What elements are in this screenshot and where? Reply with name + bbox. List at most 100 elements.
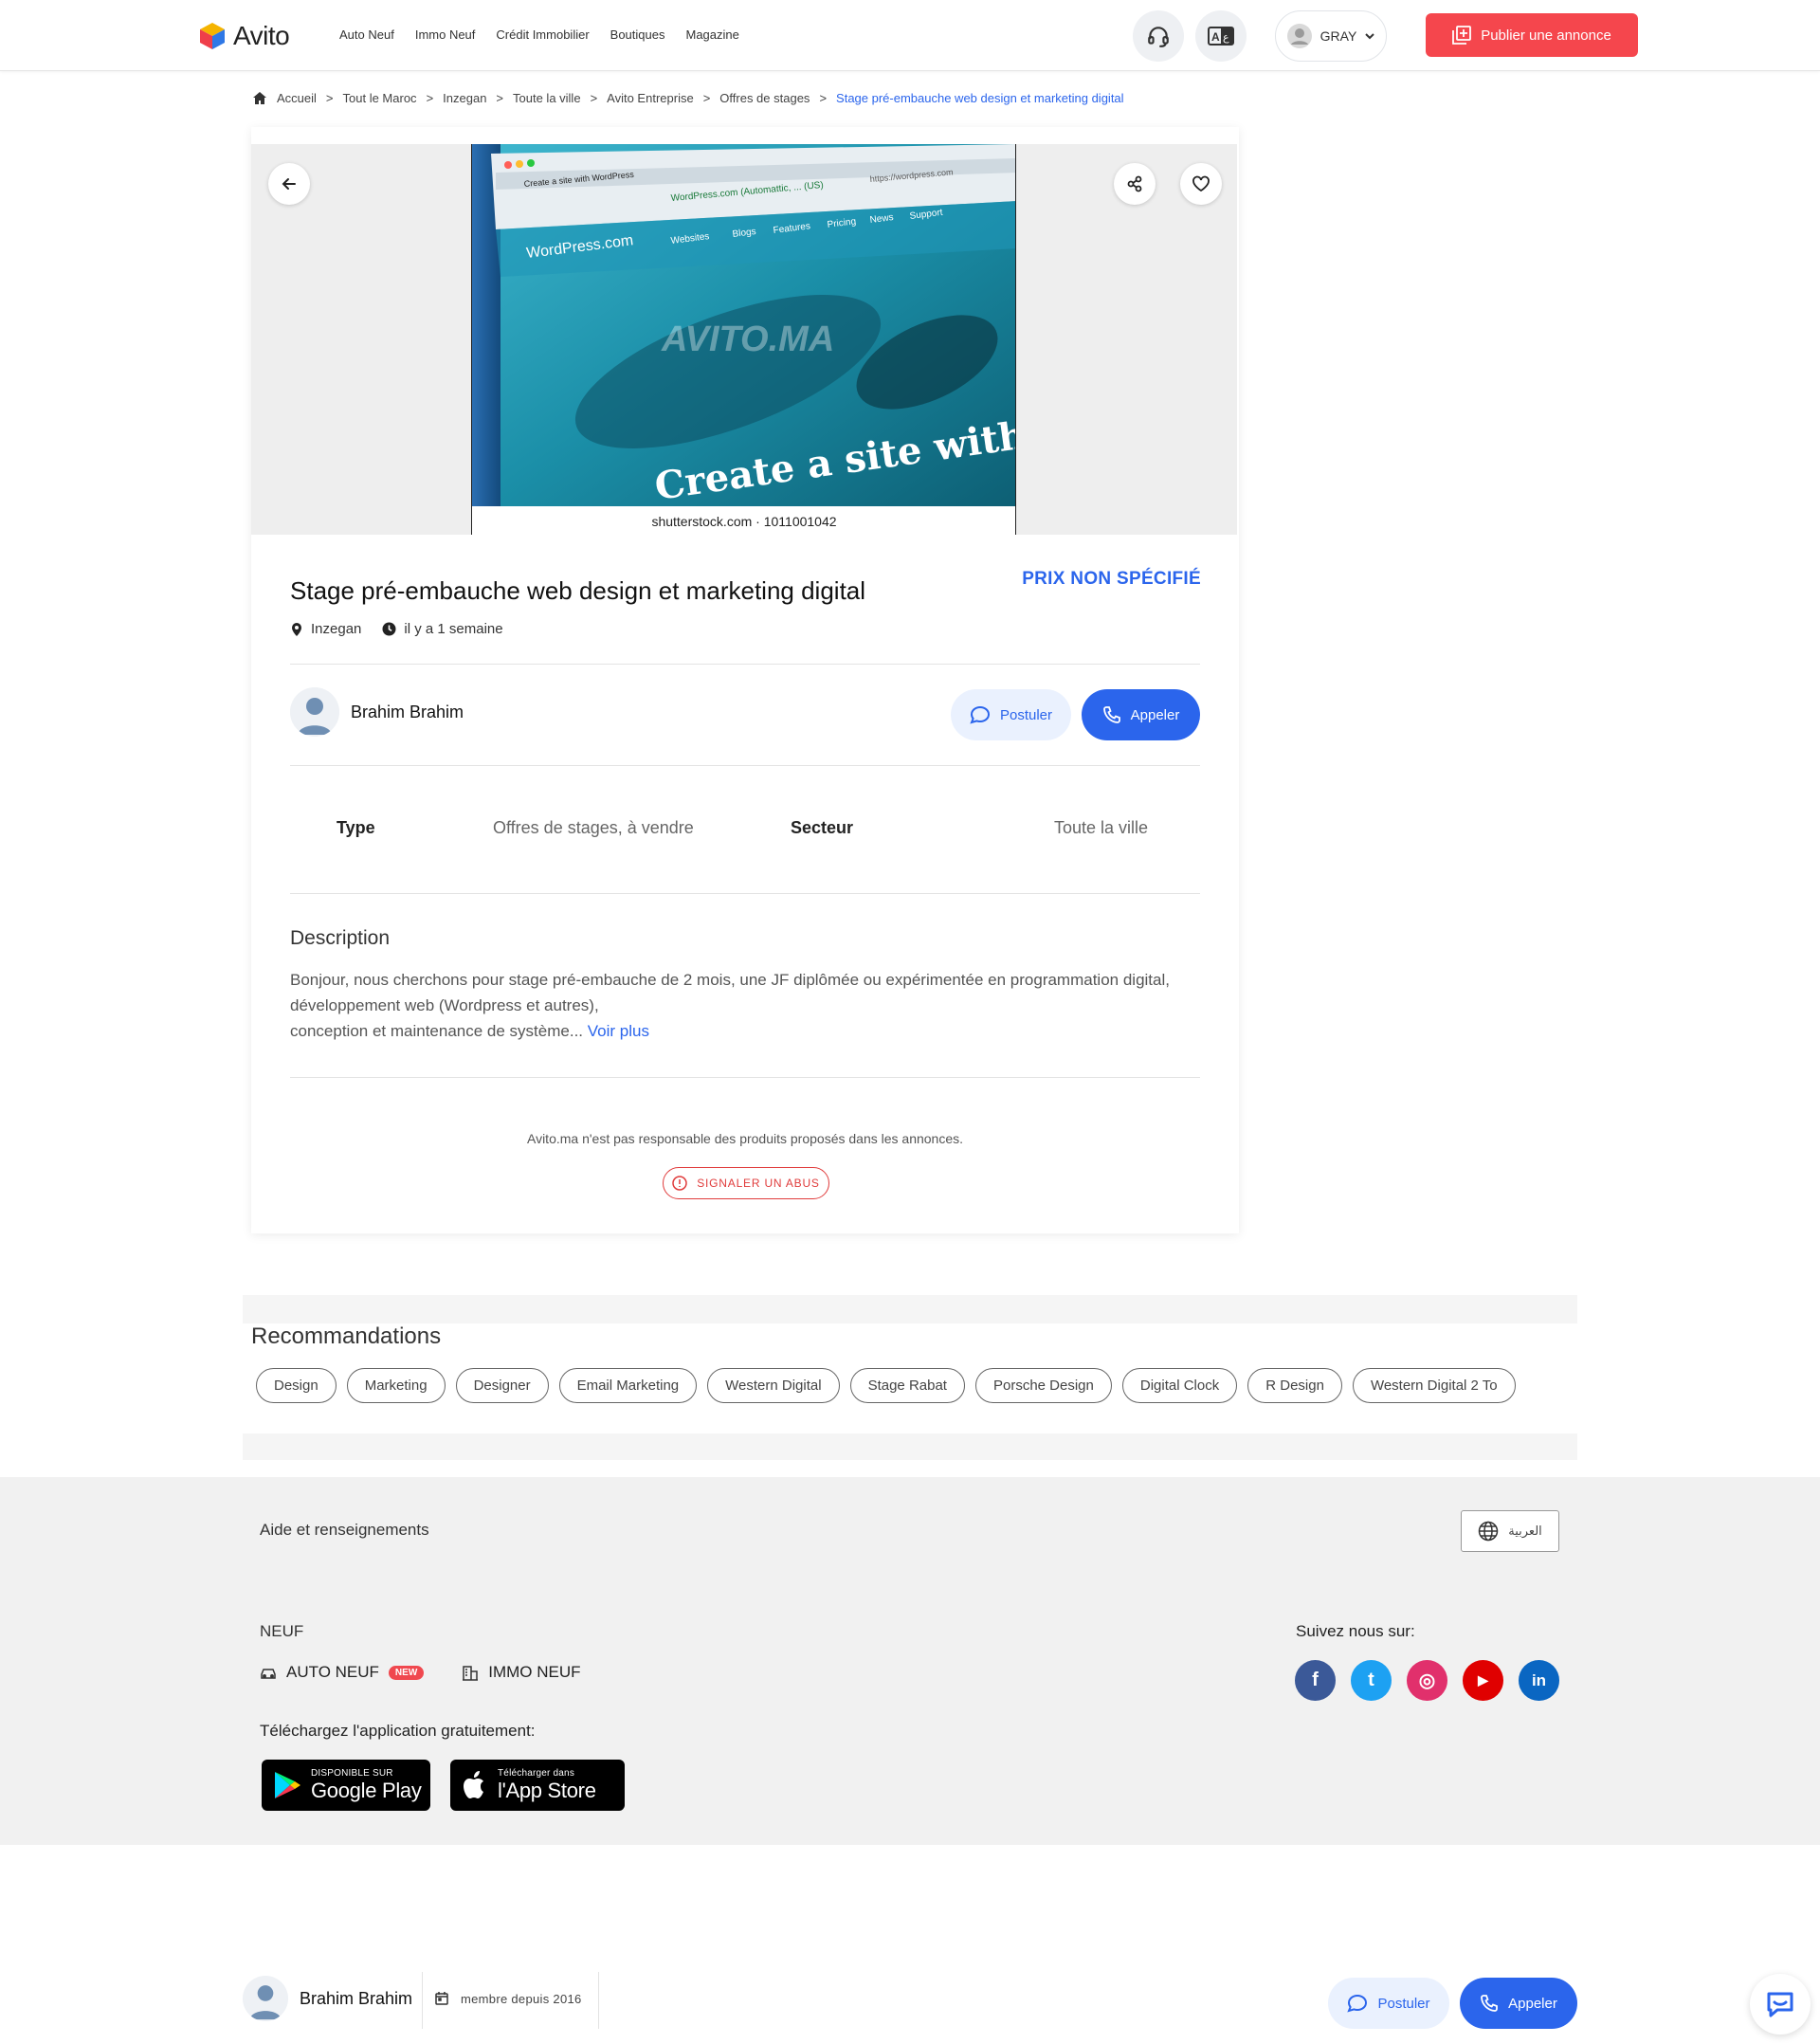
chevron-down-icon bbox=[1365, 33, 1375, 40]
listing-photo[interactable]: Create a site with WordPress WordPress.c… bbox=[471, 144, 1016, 535]
member-since-label: membre depuis 2016 bbox=[461, 1991, 582, 2006]
breadcrumb-separator: > bbox=[819, 91, 828, 105]
footer-auto-neuf-link[interactable]: AUTO NEUF bbox=[286, 1663, 379, 1682]
nav-immo-neuf[interactable]: Immo Neuf bbox=[415, 27, 476, 42]
divider bbox=[290, 765, 1200, 766]
sticky-postuler-button[interactable]: Postuler bbox=[1328, 1978, 1449, 2029]
new-badge: NEW bbox=[388, 1665, 425, 1680]
breadcrumb-toute-la-ville[interactable]: Toute la ville bbox=[513, 91, 581, 105]
attribute-type-value: Offres de stages, à vendre bbox=[493, 818, 694, 837]
footer-help-link[interactable]: Aide et renseignements bbox=[260, 1521, 429, 1540]
recommendation-tag[interactable]: R Design bbox=[1247, 1368, 1342, 1403]
chat-icon bbox=[1767, 1992, 1793, 2017]
recommendation-tag[interactable]: Email Marketing bbox=[558, 1368, 698, 1403]
recommendation-tag[interactable]: Marketing bbox=[346, 1368, 446, 1403]
avito-logo[interactable]: Avito bbox=[197, 21, 290, 51]
sticky-seller-name: Brahim Brahim bbox=[300, 1988, 413, 2008]
divider bbox=[290, 893, 1200, 894]
back-button[interactable] bbox=[268, 163, 310, 205]
appeler-button[interactable]: Appeler bbox=[1082, 689, 1200, 740]
sticky-seller-info[interactable]: Brahim Brahim bbox=[243, 1976, 412, 2021]
nav-auto-neuf[interactable]: Auto Neuf bbox=[339, 27, 394, 42]
facebook-icon[interactable]: f bbox=[1295, 1660, 1336, 1701]
add-listing-icon bbox=[1452, 26, 1472, 45]
twitter-icon[interactable]: t bbox=[1351, 1660, 1392, 1701]
building-icon bbox=[463, 1666, 479, 1681]
nav-magazine[interactable]: Magazine bbox=[685, 27, 738, 42]
voir-plus-link[interactable]: Voir plus bbox=[588, 1022, 649, 1040]
publish-listing-button[interactable]: Publier une annonce bbox=[1426, 13, 1638, 57]
nav-boutiques[interactable]: Boutiques bbox=[610, 27, 665, 42]
recommendation-tag[interactable]: Designer bbox=[455, 1368, 549, 1403]
breadcrumb: Accueil > Tout le Maroc > Inzegan > Toute l… bbox=[252, 91, 1124, 105]
divider bbox=[598, 1972, 599, 2029]
breadcrumb-offres-de-stages[interactable]: Offres de stages bbox=[719, 91, 810, 105]
recommendation-tag[interactable]: Porsche Design bbox=[974, 1368, 1112, 1403]
favorite-button[interactable] bbox=[1180, 163, 1222, 205]
recommendation-tag[interactable]: Design bbox=[256, 1368, 337, 1403]
attribute-secteur-label: Secteur bbox=[791, 818, 854, 837]
share-button[interactable] bbox=[1114, 163, 1156, 205]
breadcrumb-avito-entreprise[interactable]: Avito Entreprise bbox=[607, 91, 694, 105]
instagram-icon[interactable]: ◎ bbox=[1407, 1660, 1447, 1701]
linkedin-icon[interactable]: in bbox=[1519, 1660, 1559, 1701]
recommendation-tag[interactable]: Digital Clock bbox=[1121, 1368, 1238, 1403]
report-abuse-button[interactable]: SIGNALER UN ABUS bbox=[663, 1167, 829, 1199]
app-store-button[interactable]: Télécharger dans l'App Store bbox=[450, 1760, 625, 1811]
sticky-appeler-label: Appeler bbox=[1508, 1995, 1557, 2012]
social-links: f t ◎ ▶ in bbox=[1295, 1660, 1559, 1701]
youtube-icon[interactable]: ▶ bbox=[1463, 1660, 1503, 1701]
publish-label: Publier une annonce bbox=[1481, 27, 1611, 44]
photo-gallery[interactable]: Create a site with WordPress WordPress.c… bbox=[251, 144, 1237, 535]
breadcrumb-current: Stage pré-embauche web design et marketi… bbox=[836, 91, 1124, 105]
divider bbox=[290, 1077, 1200, 1078]
listing-posted-time: il y a 1 semaine bbox=[404, 621, 503, 637]
google-play-small-label: DISPONIBLE SUR bbox=[311, 1767, 393, 1779]
globe-icon bbox=[1478, 1521, 1499, 1542]
listing-location: Inzegan bbox=[311, 621, 362, 637]
share-icon bbox=[1127, 175, 1142, 192]
phone-icon bbox=[1102, 706, 1120, 723]
main-nav: Auto Neuf Immo Neuf Crédit Immobilier Bo… bbox=[339, 27, 739, 42]
footer-neuf-title: NEUF bbox=[260, 1622, 304, 1640]
description-title: Description bbox=[290, 927, 391, 949]
sticky-appeler-button[interactable]: Appeler bbox=[1460, 1978, 1577, 2029]
breadcrumb-separator: > bbox=[426, 91, 434, 105]
breadcrumb-separator: > bbox=[702, 91, 711, 105]
chat-bubble-icon bbox=[970, 705, 990, 724]
apple-icon bbox=[464, 1771, 483, 1798]
breadcrumb-accueil[interactable]: Accueil bbox=[277, 91, 317, 105]
divider bbox=[290, 664, 1200, 665]
breadcrumb-separator: > bbox=[325, 91, 334, 105]
chat-support-button[interactable] bbox=[1750, 1974, 1811, 2035]
attribute-secteur-value: Toute la ville bbox=[1054, 818, 1149, 837]
headset-icon bbox=[1148, 27, 1169, 47]
recommendation-tag[interactable]: Western Digital 2 To bbox=[1352, 1368, 1516, 1403]
user-name: GRAY bbox=[1320, 28, 1357, 44]
chat-bubble-icon bbox=[1347, 1994, 1368, 2013]
home-icon[interactable] bbox=[252, 91, 267, 105]
breadcrumb-inzegan[interactable]: Inzegan bbox=[443, 91, 486, 105]
breadcrumb-tout-le-maroc[interactable]: Tout le Maroc bbox=[343, 91, 417, 105]
footer-immo-neuf-link[interactable]: IMMO NEUF bbox=[488, 1663, 580, 1682]
seller-info[interactable]: Brahim Brahim bbox=[290, 687, 464, 737]
heart-icon bbox=[1192, 175, 1210, 192]
listing-meta: Inzegan il y a 1 semaine bbox=[290, 621, 503, 637]
recommendation-tag[interactable]: Western Digital bbox=[707, 1368, 840, 1403]
svg-text:A: A bbox=[1211, 30, 1220, 44]
nav-credit-immobilier[interactable]: Crédit Immobilier bbox=[496, 27, 589, 42]
member-since: membre depuis 2016 bbox=[434, 1991, 582, 2006]
svg-text:ع: ع bbox=[1223, 31, 1229, 44]
footer-follow-title: Suivez nous sur: bbox=[1296, 1622, 1415, 1640]
postuler-button[interactable]: Postuler bbox=[951, 689, 1071, 740]
arrow-left-icon bbox=[282, 178, 296, 190]
logo-text: Avito bbox=[233, 21, 290, 50]
google-play-button[interactable]: DISPONIBLE SUR Google Play bbox=[262, 1760, 430, 1811]
support-button[interactable] bbox=[1133, 10, 1184, 62]
language-switch-button[interactable]: A ع bbox=[1195, 10, 1247, 62]
user-menu[interactable]: GRAY bbox=[1275, 10, 1387, 62]
recommendation-tag[interactable]: Stage Rabat bbox=[849, 1368, 965, 1403]
footer-language-button[interactable]: العربية bbox=[1461, 1510, 1559, 1552]
calendar-icon bbox=[435, 1992, 448, 2005]
clock-icon bbox=[382, 622, 396, 636]
